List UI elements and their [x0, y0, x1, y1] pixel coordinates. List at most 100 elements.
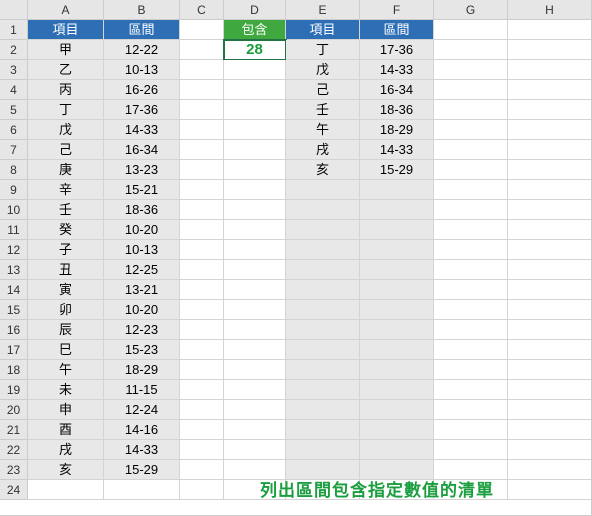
col-header-C[interactable]: C: [180, 0, 224, 20]
cell-F11[interactable]: [360, 220, 434, 240]
cell-F8[interactable]: 15-29: [360, 160, 434, 180]
cell-B11[interactable]: 10-20: [104, 220, 180, 240]
cell-D19[interactable]: [224, 380, 286, 400]
cell-F21[interactable]: [360, 420, 434, 440]
cell-H14[interactable]: [508, 280, 592, 300]
cell-H4[interactable]: [508, 80, 592, 100]
cell-B14[interactable]: 13-21: [104, 280, 180, 300]
cell-B17[interactable]: 15-23: [104, 340, 180, 360]
cell-H17[interactable]: [508, 340, 592, 360]
cell-G15[interactable]: [434, 300, 508, 320]
cell-C23[interactable]: [180, 460, 224, 480]
cell-G5[interactable]: [434, 100, 508, 120]
row-header-23[interactable]: 23: [0, 460, 28, 480]
cell-D1[interactable]: 包含: [224, 20, 286, 40]
cell-H23[interactable]: [508, 460, 592, 480]
cell-B9[interactable]: 15-21: [104, 180, 180, 200]
cell-G6[interactable]: [434, 120, 508, 140]
cell-E17[interactable]: [286, 340, 360, 360]
cell-B10[interactable]: 18-36: [104, 200, 180, 220]
cell-E18[interactable]: [286, 360, 360, 380]
cell-G19[interactable]: [434, 380, 508, 400]
cell-G1[interactable]: [434, 20, 508, 40]
cell-C16[interactable]: [180, 320, 224, 340]
row-header-12[interactable]: 12: [0, 240, 28, 260]
cell-B16[interactable]: 12-23: [104, 320, 180, 340]
cell-C19[interactable]: [180, 380, 224, 400]
cell-A19[interactable]: 未: [28, 380, 104, 400]
cell-B19[interactable]: 11-15: [104, 380, 180, 400]
cell-E3[interactable]: 戊: [286, 60, 360, 80]
cell-C5[interactable]: [180, 100, 224, 120]
cell-H6[interactable]: [508, 120, 592, 140]
cell-F19[interactable]: [360, 380, 434, 400]
cell-A1[interactable]: 項目: [28, 20, 104, 40]
cell-E22[interactable]: [286, 440, 360, 460]
row-header-8[interactable]: 8: [0, 160, 28, 180]
cell-C11[interactable]: [180, 220, 224, 240]
cell-E7[interactable]: 戌: [286, 140, 360, 160]
cell-F5[interactable]: 18-36: [360, 100, 434, 120]
cell-A18[interactable]: 午: [28, 360, 104, 380]
cell-C9[interactable]: [180, 180, 224, 200]
cell-F14[interactable]: [360, 280, 434, 300]
spreadsheet[interactable]: ABCDEFGH 1234567891011121314151617181920…: [0, 0, 592, 516]
row-header-22[interactable]: 22: [0, 440, 28, 460]
cell-F16[interactable]: [360, 320, 434, 340]
cell-B12[interactable]: 10-13: [104, 240, 180, 260]
cell-F1[interactable]: 區間: [360, 20, 434, 40]
cell-G2[interactable]: [434, 40, 508, 60]
cell-H5[interactable]: [508, 100, 592, 120]
cell-E21[interactable]: [286, 420, 360, 440]
col-header-G[interactable]: G: [434, 0, 508, 20]
cell-D22[interactable]: [224, 440, 286, 460]
cell-G11[interactable]: [434, 220, 508, 240]
cell-C10[interactable]: [180, 200, 224, 220]
cell-H11[interactable]: [508, 220, 592, 240]
col-header-F[interactable]: F: [360, 0, 434, 20]
cell-A14[interactable]: 寅: [28, 280, 104, 300]
cell-D13[interactable]: [224, 260, 286, 280]
cell-D8[interactable]: [224, 160, 286, 180]
cell-B1[interactable]: 區間: [104, 20, 180, 40]
row-header-13[interactable]: 13: [0, 260, 28, 280]
cell-G7[interactable]: [434, 140, 508, 160]
cell-G9[interactable]: [434, 180, 508, 200]
cell-H1[interactable]: [508, 20, 592, 40]
cell-H22[interactable]: [508, 440, 592, 460]
row-header-20[interactable]: 20: [0, 400, 28, 420]
cell-A15[interactable]: 卯: [28, 300, 104, 320]
cell-D14[interactable]: [224, 280, 286, 300]
cell-H7[interactable]: [508, 140, 592, 160]
row-header-6[interactable]: 6: [0, 120, 28, 140]
cell-C18[interactable]: [180, 360, 224, 380]
cell-grid[interactable]: 項目區間包含項目區間甲12-2228丁17-36乙10-13戊14-33丙16-…: [28, 20, 592, 500]
cell-C1[interactable]: [180, 20, 224, 40]
cell-H8[interactable]: [508, 160, 592, 180]
col-header-A[interactable]: A: [28, 0, 104, 20]
cell-A17[interactable]: 巳: [28, 340, 104, 360]
cell-B20[interactable]: 12-24: [104, 400, 180, 420]
cell-D12[interactable]: [224, 240, 286, 260]
cell-D21[interactable]: [224, 420, 286, 440]
cell-G10[interactable]: [434, 200, 508, 220]
cell-F13[interactable]: [360, 260, 434, 280]
cell-E13[interactable]: [286, 260, 360, 280]
cell-A16[interactable]: 辰: [28, 320, 104, 340]
cell-G20[interactable]: [434, 400, 508, 420]
cell-G16[interactable]: [434, 320, 508, 340]
cell-E10[interactable]: [286, 200, 360, 220]
cell-A7[interactable]: 己: [28, 140, 104, 160]
cell-E14[interactable]: [286, 280, 360, 300]
cell-G8[interactable]: [434, 160, 508, 180]
cell-D4[interactable]: [224, 80, 286, 100]
cell-H15[interactable]: [508, 300, 592, 320]
cell-B8[interactable]: 13-23: [104, 160, 180, 180]
cell-H2[interactable]: [508, 40, 592, 60]
cell-B3[interactable]: 10-13: [104, 60, 180, 80]
cell-C6[interactable]: [180, 120, 224, 140]
col-header-E[interactable]: E: [286, 0, 360, 20]
cell-B2[interactable]: 12-22: [104, 40, 180, 60]
cell-F15[interactable]: [360, 300, 434, 320]
cell-H16[interactable]: [508, 320, 592, 340]
